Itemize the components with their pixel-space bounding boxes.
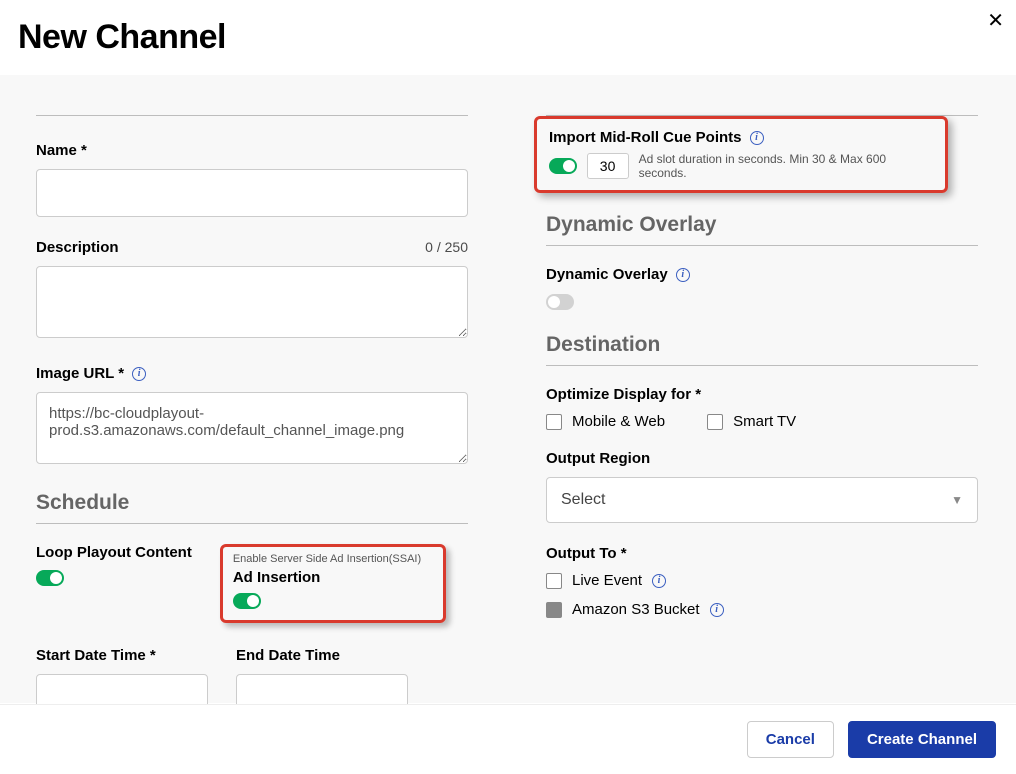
divider xyxy=(546,245,978,246)
image-url-input[interactable]: https://bc-cloudplayout-prod.s3.amazonaw… xyxy=(36,392,468,464)
description-input[interactable] xyxy=(36,266,468,338)
output-to-label: Output To * xyxy=(546,545,978,562)
page-title: New Channel xyxy=(18,18,998,57)
info-icon[interactable]: i xyxy=(676,268,690,282)
dialog-footer: Cancel Create Channel xyxy=(0,704,1016,774)
divider xyxy=(36,115,468,116)
ad-insertion-toggle[interactable] xyxy=(233,593,261,609)
ad-insertion-highlight: Enable Server Side Ad Insertion(SSAI) Ad… xyxy=(220,544,446,623)
description-counter: 0 / 250 xyxy=(425,239,468,255)
destination-section-title: Destination xyxy=(546,333,978,357)
info-icon[interactable]: i xyxy=(132,367,146,381)
checkbox-icon xyxy=(546,414,562,430)
output-region-label: Output Region xyxy=(546,450,978,467)
checkbox-mobile-web[interactable]: Mobile & Web xyxy=(546,413,665,430)
checkbox-label: Mobile & Web xyxy=(572,413,665,430)
name-label: Name * xyxy=(36,142,468,159)
midroll-duration-input[interactable] xyxy=(587,153,629,179)
dynamic-overlay-label: Dynamic Overlay xyxy=(546,266,668,283)
create-channel-button[interactable]: Create Channel xyxy=(848,721,996,758)
checkbox-smart-tv[interactable]: Smart TV xyxy=(707,413,796,430)
info-icon[interactable]: i xyxy=(652,574,666,588)
midroll-highlight: Import Mid-Roll Cue Points i Ad slot dur… xyxy=(534,116,948,193)
chevron-down-icon: ▼ xyxy=(951,493,963,507)
checkbox-label: Amazon S3 Bucket xyxy=(572,601,700,618)
cancel-button[interactable]: Cancel xyxy=(747,721,834,758)
name-input[interactable] xyxy=(36,169,468,217)
end-datetime-label: End Date Time xyxy=(236,647,408,664)
select-value: Select xyxy=(561,491,605,509)
output-region-select[interactable]: Select ▼ xyxy=(546,477,978,523)
divider xyxy=(546,365,978,366)
info-icon[interactable]: i xyxy=(710,603,724,617)
optimize-label: Optimize Display for * xyxy=(546,386,978,403)
checkbox-label: Live Event xyxy=(572,572,642,589)
schedule-section-title: Schedule xyxy=(36,491,468,515)
description-label: Description xyxy=(36,239,119,256)
midroll-toggle[interactable] xyxy=(549,158,577,174)
ad-insertion-helper: Enable Server Side Ad Insertion(SSAI) xyxy=(233,553,433,565)
ad-insertion-label: Ad Insertion xyxy=(233,569,433,586)
image-url-label: Image URL * xyxy=(36,365,124,382)
checkbox-s3-bucket[interactable]: Amazon S3 Bucket i xyxy=(546,601,978,618)
dynamic-overlay-toggle[interactable] xyxy=(546,294,574,310)
checkbox-icon xyxy=(546,602,562,618)
checkbox-label: Smart TV xyxy=(733,413,796,430)
close-icon[interactable]: ✕ xyxy=(987,8,1004,33)
overlay-section-title: Dynamic Overlay xyxy=(546,213,978,237)
dialog-body: Name * Description 0 / 250 Image URL * i… xyxy=(0,75,1016,703)
start-datetime-label: Start Date Time * xyxy=(36,647,208,664)
checkbox-live-event[interactable]: Live Event i xyxy=(546,572,978,589)
checkbox-icon xyxy=(546,573,562,589)
midroll-label: Import Mid-Roll Cue Points xyxy=(549,129,742,146)
loop-playout-toggle[interactable] xyxy=(36,570,64,586)
info-icon[interactable]: i xyxy=(750,131,764,145)
midroll-helper: Ad slot duration in seconds. Min 30 & Ma… xyxy=(639,152,933,180)
checkbox-icon xyxy=(707,414,723,430)
loop-playout-label: Loop Playout Content xyxy=(36,544,192,561)
dialog-header: New Channel ✕ xyxy=(0,0,1016,75)
divider xyxy=(36,523,468,524)
